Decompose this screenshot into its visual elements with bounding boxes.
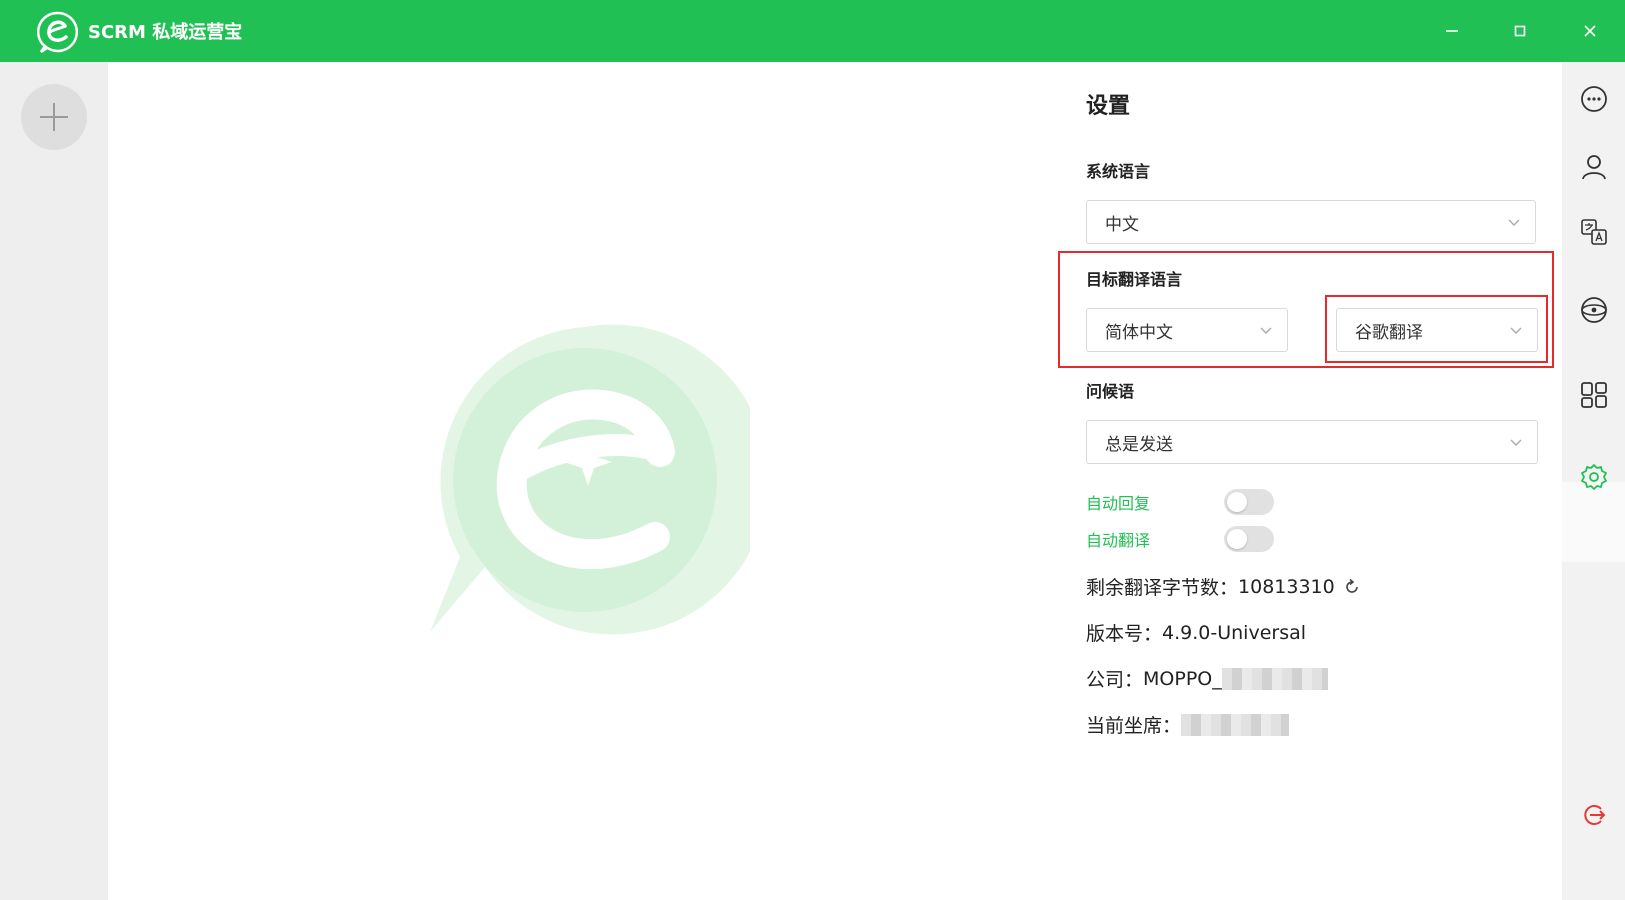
logout-icon (1584, 805, 1606, 825)
maximize-icon (1514, 25, 1526, 37)
redacted-seat (1181, 713, 1290, 736)
auto-translate-row: 自动翻译 (1086, 526, 1274, 552)
apps-button[interactable] (1579, 380, 1609, 410)
auto-reply-toggle[interactable] (1224, 489, 1274, 515)
settings-title: 设置 (1086, 94, 1131, 119)
add-account-button[interactable] (21, 84, 87, 150)
close-button[interactable] (1570, 13, 1610, 49)
settings-icon (1581, 464, 1607, 490)
user-button[interactable] (1579, 152, 1609, 182)
greeting-select[interactable]: 总是发送 (1086, 420, 1538, 464)
ai-icon (1581, 297, 1607, 323)
auto-translate-label: 自动翻译 (1086, 531, 1151, 550)
version: 版本号： 4.9.0-Universal (1086, 619, 1306, 646)
current-seat: 当前坐席： (1086, 711, 1290, 738)
chevron-down-icon (1510, 327, 1522, 334)
version-label: 版本号： (1086, 623, 1163, 645)
more-icon (1581, 86, 1607, 112)
more-button[interactable] (1579, 84, 1609, 114)
company-value: MOPPO_ (1143, 667, 1222, 690)
remaining-bytes-value: 10813310 (1238, 575, 1335, 598)
chevron-down-icon (1260, 327, 1272, 334)
logout-button[interactable] (1579, 800, 1609, 830)
current-seat-label: 当前坐席： (1086, 715, 1182, 737)
greeting-value: 总是发送 (1105, 434, 1173, 455)
company: 公司： MOPPO_ (1086, 665, 1328, 692)
settings-button[interactable] (1579, 462, 1609, 492)
left-sidebar (0, 62, 108, 900)
target-language-value: 简体中文 (1105, 322, 1173, 343)
chevron-down-icon (1508, 219, 1520, 226)
close-icon (1584, 25, 1596, 37)
translate-icon (1581, 219, 1607, 245)
ai-button[interactable] (1579, 295, 1609, 325)
translate-button[interactable] (1579, 217, 1609, 247)
auto-reply-label: 自动回复 (1086, 494, 1151, 513)
settings-panel: 设置 系统语言 中文 目标翻译语言 简体中文 谷歌翻译 问候语 总是发送 自动回… (1058, 62, 1562, 900)
maximize-button[interactable] (1500, 13, 1540, 49)
toggle-knob (1227, 492, 1247, 512)
right-sidebar (1562, 62, 1625, 900)
refresh-icon[interactable] (1343, 578, 1361, 596)
active-item-highlight (1562, 482, 1625, 562)
system-language-label: 系统语言 (1086, 162, 1151, 181)
greeting-label: 问候语 (1086, 382, 1135, 401)
title-bar: SCRM 私域运营宝 (0, 0, 1625, 62)
user-icon (1582, 155, 1606, 180)
redacted-company (1221, 667, 1328, 690)
target-language-select[interactable]: 简体中文 (1086, 308, 1288, 352)
app-logo-icon (37, 11, 79, 54)
auto-reply-row: 自动回复 (1086, 489, 1274, 515)
system-language-select[interactable]: 中文 (1086, 200, 1536, 244)
plus-icon (40, 103, 68, 131)
minimize-button[interactable] (1432, 13, 1472, 49)
system-language-value: 中文 (1105, 214, 1139, 235)
brand-watermark-icon (430, 324, 750, 635)
apps-icon (1581, 382, 1607, 408)
app-title: SCRM 私域运营宝 (88, 22, 243, 43)
minimize-icon (1446, 30, 1458, 32)
toggle-knob (1227, 529, 1247, 549)
auto-translate-toggle[interactable] (1224, 526, 1274, 552)
company-label: 公司： (1086, 669, 1144, 691)
remaining-bytes: 剩余翻译字节数： 10813310 (1086, 573, 1361, 600)
chevron-down-icon (1510, 439, 1522, 446)
version-value: 4.9.0-Universal (1162, 621, 1307, 644)
translation-engine-value: 谷歌翻译 (1355, 322, 1423, 343)
target-language-label: 目标翻译语言 (1086, 270, 1183, 289)
translation-engine-select[interactable]: 谷歌翻译 (1336, 308, 1538, 352)
remaining-bytes-label: 剩余翻译字节数： (1086, 577, 1239, 599)
